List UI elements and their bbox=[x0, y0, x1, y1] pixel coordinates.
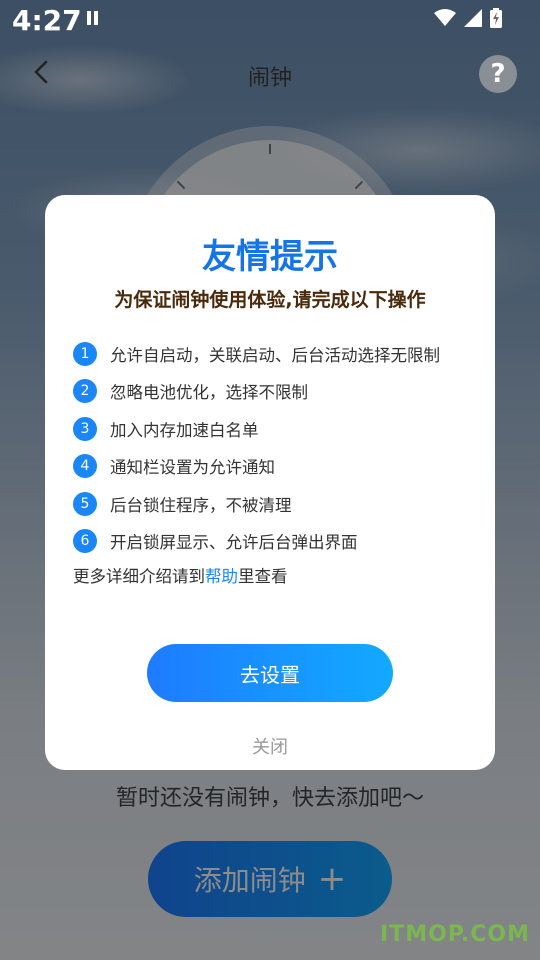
permission-tips-dialog: 友情提示 为保证闹钟使用体验,请完成以下操作 1 允许自启动，关联启动、后台活动… bbox=[45, 195, 495, 770]
step-list: 1 允许自启动，关联启动、后台活动选择无限制 2 忽略电池优化，选择不限制 3 … bbox=[73, 335, 483, 560]
list-item: 2 忽略电池优化，选择不限制 bbox=[73, 373, 483, 411]
wifi-icon bbox=[434, 9, 456, 26]
close-button[interactable]: 关闭 bbox=[45, 733, 495, 759]
step-text: 开启锁屏显示、允许后台弹出界面 bbox=[110, 533, 358, 553]
list-item: 1 允许自启动，关联启动、后台活动选择无限制 bbox=[73, 335, 483, 373]
site-watermark: ITMOP.COM bbox=[380, 922, 530, 947]
step-number-badge: 2 bbox=[73, 379, 97, 404]
step-number-badge: 3 bbox=[73, 416, 97, 441]
help-hint-prefix: 更多详细介绍请到 bbox=[73, 567, 205, 586]
step-number-badge: 1 bbox=[73, 341, 97, 366]
help-link[interactable]: 帮助 bbox=[205, 567, 238, 586]
list-item: 5 后台锁住程序，不被清理 bbox=[73, 485, 483, 523]
list-item: 4 通知栏设置为允许通知 bbox=[73, 448, 483, 486]
help-hint: 更多详细介绍请到帮助里查看 bbox=[73, 563, 288, 587]
go-settings-button[interactable]: 去设置 bbox=[147, 644, 393, 702]
step-text: 允许自启动，关联启动、后台活动选择无限制 bbox=[110, 345, 440, 365]
page-title: 闹钟 bbox=[247, 66, 292, 91]
step-text: 后台锁住程序，不被清理 bbox=[110, 495, 292, 515]
dialog-subtitle: 为保证闹钟使用体验,请完成以下操作 bbox=[114, 289, 426, 311]
help-icon[interactable]: ? bbox=[479, 55, 517, 93]
list-item: 6 开启锁屏显示、允许后台弹出界面 bbox=[73, 523, 483, 561]
step-number-badge: 6 bbox=[73, 529, 97, 554]
step-number-badge: 5 bbox=[73, 491, 97, 516]
help-hint-suffix: 里查看 bbox=[238, 567, 288, 586]
dialog-title: 友情提示 bbox=[202, 237, 338, 277]
battery-charging-icon bbox=[490, 8, 502, 28]
step-text: 忽略电池优化，选择不限制 bbox=[110, 383, 308, 403]
list-item: 3 加入内存加速白名单 bbox=[73, 410, 483, 448]
media-pause-icon bbox=[87, 11, 99, 25]
step-number-badge: 4 bbox=[73, 454, 97, 479]
status-bar: 4:27 bbox=[0, 0, 540, 44]
step-text: 加入内存加速白名单 bbox=[110, 420, 259, 440]
status-time: 4:27 bbox=[12, 4, 82, 37]
signal-icon bbox=[464, 9, 482, 27]
step-text: 通知栏设置为允许通知 bbox=[110, 458, 275, 478]
